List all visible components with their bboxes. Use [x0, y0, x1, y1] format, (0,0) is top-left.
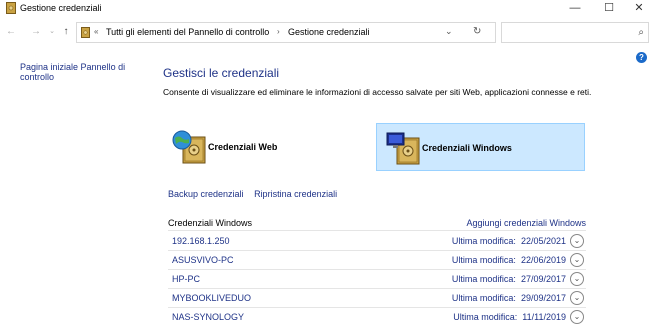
- windows-credentials-label: Credenziali Windows: [422, 143, 512, 153]
- last-modified: Ultima modifica: 11/11/2019: [453, 312, 566, 322]
- chevron-down-icon[interactable]: ⌄: [445, 26, 453, 37]
- breadcrumb-separator-icon[interactable]: ›: [277, 27, 280, 36]
- last-modified-date: 22/06/2019: [520, 255, 566, 265]
- web-credentials-label: Credenziali Web: [208, 142, 278, 152]
- last-modified-date: 27/09/2017: [520, 274, 566, 284]
- expand-chevron-icon[interactable]: ⌄: [570, 272, 584, 286]
- list-section-title: Credenziali Windows: [168, 218, 253, 228]
- breadcrumb-control-panel[interactable]: Tutti gli elementi del Pannello di contr…: [106, 27, 269, 37]
- monitor-vault-icon: [386, 132, 420, 165]
- close-button[interactable]: ✕: [624, 0, 650, 17]
- up-arrow-icon[interactable]: ↑: [60, 26, 72, 38]
- last-modified-label: Ultima modifica:: [451, 293, 516, 303]
- control-panel-icon: [81, 27, 90, 38]
- last-modified-date: 11/11/2019: [522, 312, 566, 322]
- back-arrow-icon[interactable]: ←: [5, 26, 17, 38]
- refresh-icon[interactable]: ↻: [473, 26, 481, 37]
- breadcrumb-overflow-icon[interactable]: «: [94, 27, 98, 36]
- expand-chevron-icon[interactable]: ⌄: [570, 234, 584, 248]
- search-input[interactable]: ⌕: [501, 22, 649, 43]
- recent-locations-icon[interactable]: ⌄: [46, 26, 58, 38]
- maximize-button[interactable]: ☐: [594, 0, 624, 17]
- last-modified-date: 22/05/2021: [520, 236, 566, 246]
- list-item[interactable]: MYBOOKLIVEDUO Ultima modifica: 29/09/2017…: [168, 289, 586, 308]
- list-item[interactable]: NAS-SYNOLOGY Ultima modifica: 11/11/2019 ⌄: [168, 308, 586, 325]
- forward-arrow-icon[interactable]: →: [30, 26, 42, 38]
- help-icon[interactable]: ?: [636, 52, 647, 63]
- web-credentials-tile[interactable]: Credenziali Web: [163, 123, 368, 171]
- navigation-bar: ← → ⌄ ↑ « Tutti gli elementi del Pannell…: [0, 17, 650, 47]
- credential-manager-icon: [6, 2, 16, 14]
- credential-name: HP-PC: [172, 274, 201, 284]
- last-modified-label: Ultima modifica:: [451, 236, 516, 246]
- credential-name: ASUSVIVO-PC: [172, 255, 234, 265]
- title-bar: Gestione credenziali — ☐ ✕: [0, 0, 650, 17]
- expand-chevron-icon[interactable]: ⌄: [570, 310, 584, 324]
- minimize-button[interactable]: —: [560, 0, 590, 17]
- list-item[interactable]: 192.168.1.250 Ultima modifica: 22/05/2021…: [168, 232, 586, 251]
- control-panel-home-link[interactable]: Pagina iniziale Pannello di controllo: [20, 62, 140, 82]
- backup-credentials-link[interactable]: Backup credenziali: [168, 189, 244, 199]
- credentials-list-header: Credenziali Windows Aggiungi credenziali…: [168, 214, 586, 231]
- last-modified: Ultima modifica: 27/09/2017: [452, 274, 566, 284]
- list-item[interactable]: ASUSVIVO-PC Ultima modifica: 22/06/2019 ⌄: [168, 251, 586, 270]
- last-modified: Ultima modifica: 22/06/2019: [452, 255, 566, 265]
- globe-vault-icon: [172, 130, 206, 164]
- backup-links: Backup credenziali Ripristina credenzial…: [168, 189, 345, 199]
- window-title: Gestione credenziali: [20, 3, 102, 13]
- last-modified: Ultima modifica: 29/09/2017: [452, 293, 566, 303]
- expand-chevron-icon[interactable]: ⌄: [570, 253, 584, 267]
- address-bar[interactable]: « Tutti gli elementi del Pannello di con…: [76, 22, 496, 43]
- list-item[interactable]: HP-PC Ultima modifica: 27/09/2017 ⌄: [168, 270, 586, 289]
- credential-name: MYBOOKLIVEDUO: [172, 293, 252, 303]
- last-modified-label: Ultima modifica:: [451, 274, 516, 284]
- credential-name: 192.168.1.250: [172, 236, 230, 246]
- sidebar: Pagina iniziale Pannello di controllo: [20, 62, 140, 82]
- breadcrumb-credential-manager[interactable]: Gestione credenziali: [288, 27, 370, 37]
- last-modified-date: 29/09/2017: [520, 293, 566, 303]
- search-icon[interactable]: ⌕: [638, 27, 644, 38]
- restore-credentials-link[interactable]: Ripristina credenziali: [254, 189, 337, 199]
- windows-credentials-tile[interactable]: Credenziali Windows: [376, 123, 585, 171]
- add-windows-credential-link[interactable]: Aggiungi credenziali Windows: [466, 218, 586, 228]
- last-modified-label: Ultima modifica:: [451, 255, 516, 265]
- page-title: Gestisci le credenziali: [163, 66, 280, 80]
- last-modified-label: Ultima modifica:: [453, 312, 518, 322]
- page-description: Consente di visualizzare ed eliminare le…: [163, 87, 592, 97]
- expand-chevron-icon[interactable]: ⌄: [570, 291, 584, 305]
- credential-name: NAS-SYNOLOGY: [172, 312, 245, 322]
- last-modified: Ultima modifica: 22/05/2021: [452, 236, 566, 246]
